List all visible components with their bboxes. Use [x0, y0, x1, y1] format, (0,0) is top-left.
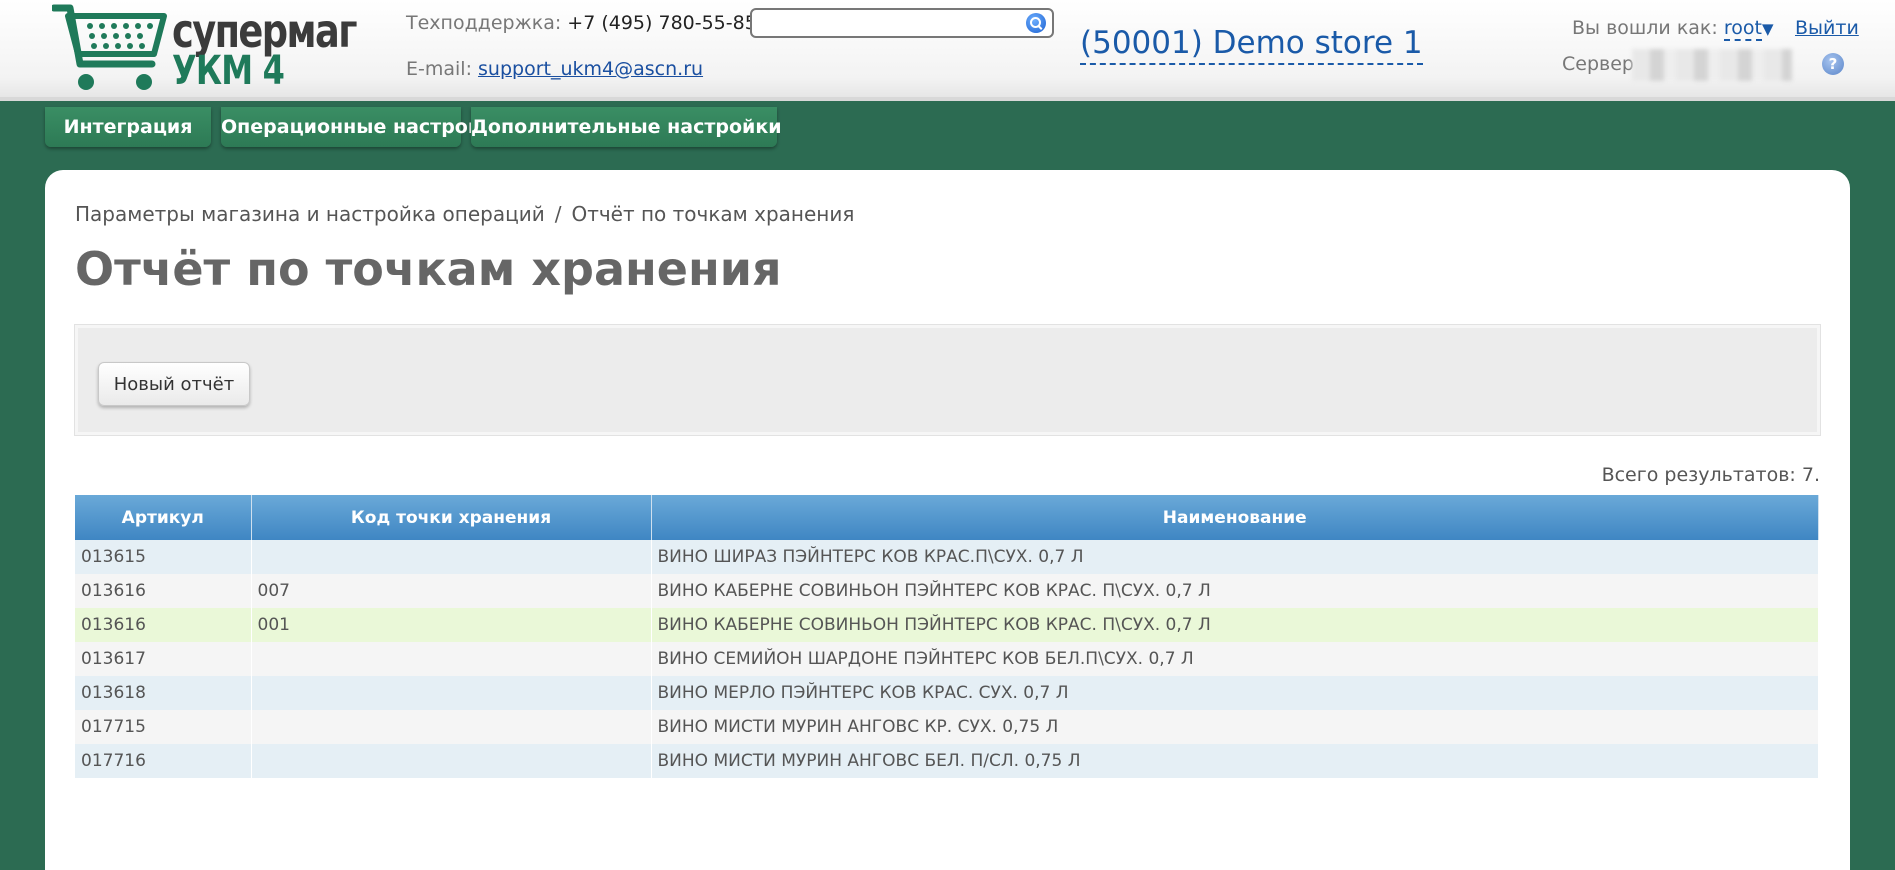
table-header-row: Артикул Код точки хранения Наименование	[75, 495, 1819, 540]
content-panel: Параметры магазина и настройка операций /…	[45, 170, 1850, 870]
cell-storage-code	[251, 710, 652, 744]
cell-storage-code	[251, 676, 652, 710]
table-row[interactable]: 017715 ВИНО МИСТИ МУРИН АНГОВС КР. СУХ. …	[75, 710, 1819, 744]
cell-name: ВИНО СЕМИЙОН ШАРДОНЕ ПЭЙНТЕРС КОВ БЕЛ.П\…	[651, 642, 1819, 676]
column-header-name[interactable]: Наименование	[651, 495, 1819, 540]
email-label: E-mail:	[406, 58, 472, 80]
search-icon[interactable]	[1026, 13, 1046, 33]
cell-storage-code: 007	[251, 574, 652, 608]
table-row[interactable]: 017716 ВИНО МИСТИ МУРИН АНГОВС БЕЛ. П/СЛ…	[75, 744, 1819, 778]
store-selector[interactable]: (50001) Demo store 1	[1080, 24, 1423, 65]
table-row[interactable]: 013618 ВИНО МЕРЛО ПЭЙНТЕРС КОВ КРАС. СУХ…	[75, 676, 1819, 710]
breadcrumb: Параметры магазина и настройка операций /…	[75, 202, 854, 226]
cell-article: 013615	[75, 540, 252, 574]
page-title: Отчёт по точкам хранения	[75, 242, 782, 296]
header: супермаг УКМ 4 Техподдержка: +7 (495) 78…	[0, 0, 1895, 101]
logo-text-product: УКМ 4	[172, 48, 285, 94]
cell-name: ВИНО ШИРАЗ ПЭЙНТЕРС КОВ КРАС.П\СУХ. 0,7 …	[651, 540, 1819, 574]
support-phone: +7 (495) 780-55-85	[567, 12, 757, 34]
column-header-storage-code[interactable]: Код точки хранения	[251, 495, 652, 540]
logged-in-label: Вы вошли как:	[1572, 17, 1718, 39]
cell-storage-code: 001	[251, 608, 652, 642]
cell-name: ВИНО КАБЕРНЕ СОВИНЬОН ПЭЙНТЕРС КОВ КРАС.…	[651, 574, 1819, 608]
breadcrumb-parent-link[interactable]: Параметры магазина и настройка операций	[75, 202, 545, 226]
cell-name: ВИНО КАБЕРНЕ СОВИНЬОН ПЭЙНТЕРС КОВ КРАС.…	[651, 608, 1819, 642]
cell-article: 013616	[75, 608, 252, 642]
cell-article: 013616	[75, 574, 252, 608]
cell-article: 013617	[75, 642, 252, 676]
server-label: Сервер:	[1562, 53, 1641, 75]
search-box	[750, 8, 1054, 38]
cell-article: 013618	[75, 676, 252, 710]
server-value-redacted	[1632, 49, 1792, 81]
support-phone-line: Техподдержка: +7 (495) 780-55-85	[406, 12, 757, 34]
column-header-article[interactable]: Артикул	[75, 495, 252, 540]
new-report-button[interactable]: Новый отчёт	[98, 362, 250, 406]
results-count: Всего результатов: 7.	[1601, 464, 1820, 486]
logout-link[interactable]: Выйти	[1795, 17, 1859, 39]
help-icon[interactable]: ?	[1822, 53, 1844, 75]
cell-article: 017716	[75, 744, 252, 778]
cell-name: ВИНО МИСТИ МУРИН АНГОВС БЕЛ. П/СЛ. 0,75 …	[651, 744, 1819, 778]
user-menu[interactable]: root	[1723, 17, 1762, 41]
logged-in-info: Вы вошли как: root▼	[1572, 17, 1774, 41]
cart-icon	[52, 4, 167, 90]
breadcrumb-current: Отчёт по точкам хранения	[571, 202, 855, 226]
cell-storage-code	[251, 540, 652, 574]
action-toolbar: Новый отчёт	[75, 325, 1820, 435]
search-input[interactable]	[758, 11, 1022, 37]
support-email-line: E-mail: support_ukm4@ascn.ru	[406, 58, 703, 80]
cell-article: 017715	[75, 710, 252, 744]
menu-item-operational-settings[interactable]: Операционные настройки	[221, 107, 507, 147]
cell-name: ВИНО МЕРЛО ПЭЙНТЕРС КОВ КРАС. СУХ. 0,7 Л	[651, 676, 1819, 710]
table-row[interactable]: 013616 007 ВИНО КАБЕРНЕ СОВИНЬОН ПЭЙНТЕР…	[75, 574, 1819, 608]
logo[interactable]: супермаг УКМ 4	[52, 2, 357, 94]
support-label: Техподдержка:	[406, 12, 562, 34]
table-row-highlighted[interactable]: 013616 001 ВИНО КАБЕРНЕ СОВИНЬОН ПЭЙНТЕР…	[75, 608, 1819, 642]
menu-item-integration[interactable]: Интеграция	[45, 107, 211, 147]
table-row[interactable]: 013617 ВИНО СЕМИЙОН ШАРДОНЕ ПЭЙНТЕРС КОВ…	[75, 642, 1819, 676]
support-email-link[interactable]: support_ukm4@ascn.ru	[478, 58, 703, 80]
results-table: Артикул Код точки хранения Наименование …	[75, 495, 1819, 778]
breadcrumb-separator: /	[554, 202, 562, 226]
table-row[interactable]: 013615 ВИНО ШИРАЗ ПЭЙНТЕРС КОВ КРАС.П\СУ…	[75, 540, 1819, 574]
cell-storage-code	[251, 642, 652, 676]
cell-storage-code	[251, 744, 652, 778]
menu-item-additional-settings[interactable]: Дополнительные настройки	[471, 107, 782, 147]
cell-name: ВИНО МИСТИ МУРИН АНГОВС КР. СУХ. 0,75 Л	[651, 710, 1819, 744]
chevron-down-icon[interactable]: ▼	[1762, 20, 1774, 38]
